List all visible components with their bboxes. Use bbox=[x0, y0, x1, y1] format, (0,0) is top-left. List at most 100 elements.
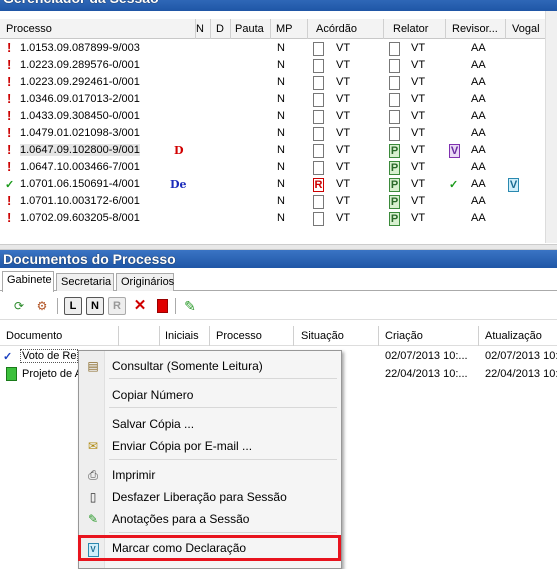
relator-icon[interactable] bbox=[389, 127, 400, 141]
acordao-icon[interactable] bbox=[313, 59, 324, 73]
relator-icon[interactable] bbox=[389, 76, 400, 90]
relator-icon[interactable] bbox=[389, 59, 400, 73]
table-row[interactable]: ! 1.0153.09.087899-9/003 N VT VT AA bbox=[0, 40, 545, 57]
col-atualizacao[interactable]: Atualização bbox=[485, 330, 542, 342]
acordao-icon[interactable] bbox=[313, 42, 324, 56]
documents-panel-title: Documentos do Processo bbox=[0, 250, 557, 268]
acordao-icon[interactable] bbox=[313, 127, 324, 141]
col-processo[interactable]: Processo bbox=[6, 23, 52, 35]
process-number: 1.0479.01.021098-3/001 bbox=[20, 127, 140, 139]
menu-consultar[interactable]: ▤ Consultar (Somente Leitura) bbox=[81, 356, 339, 376]
relator-icon[interactable]: P bbox=[389, 178, 400, 192]
open-document-icon[interactable]: ⚙ bbox=[33, 297, 51, 315]
alert-icon: ! bbox=[7, 210, 12, 225]
document-name: Projeto de A bbox=[22, 368, 82, 380]
acordao-icon[interactable] bbox=[313, 161, 324, 175]
table-row[interactable]: ! 1.0479.01.021098-3/001 N VT VT AA bbox=[0, 125, 545, 142]
l-button[interactable]: L bbox=[64, 297, 82, 315]
pencil-icon[interactable]: ✎ bbox=[181, 297, 199, 315]
check-document-icon: ✓ bbox=[3, 351, 13, 363]
menu-label: Salvar Cópia ... bbox=[112, 417, 195, 431]
acordao-icon[interactable] bbox=[313, 212, 324, 226]
acordao-value: VT bbox=[336, 110, 351, 122]
table-row[interactable]: ! 1.0433.09.308450-0/001 N VT VT AA bbox=[0, 108, 545, 125]
col-mp[interactable]: MP bbox=[276, 23, 293, 35]
tab-originarios[interactable]: Originários bbox=[116, 273, 174, 291]
relator-icon[interactable] bbox=[389, 42, 400, 56]
acordao-icon[interactable]: R bbox=[313, 178, 324, 192]
acordao-icon[interactable] bbox=[313, 93, 324, 107]
red-document-icon[interactable] bbox=[153, 297, 171, 315]
acordao-icon[interactable] bbox=[313, 76, 324, 90]
revisor-icon[interactable]: V bbox=[449, 144, 460, 158]
menu-desfazer-liberacao[interactable]: ▯ Desfazer Liberação para Sessão bbox=[81, 487, 339, 507]
relator-icon[interactable] bbox=[389, 110, 400, 124]
relator-icon[interactable]: P bbox=[389, 144, 400, 158]
relator-value: VT bbox=[411, 76, 426, 88]
tab-gabinete[interactable]: Gabinete bbox=[2, 271, 54, 292]
process-number: 1.0701.06.150691-4/001 bbox=[20, 178, 140, 190]
acordao-value: VT bbox=[336, 42, 351, 54]
n-button[interactable]: N bbox=[86, 297, 104, 315]
acordao-icon[interactable] bbox=[313, 195, 324, 209]
col-revisor[interactable]: Revisor... bbox=[452, 23, 498, 35]
col-criacao[interactable]: Criação bbox=[385, 330, 423, 342]
document-created: 22/04/2013 10:... bbox=[385, 368, 468, 380]
table-row[interactable]: ! 1.0223.09.289576-0/001 N VT VT AA bbox=[0, 57, 545, 74]
documents-grid-header: Documento Iniciais Processo Situação Cri… bbox=[0, 326, 557, 346]
acordao-value: VT bbox=[336, 93, 351, 105]
table-row[interactable]: ! 1.0701.10.003172-6/001 N VT P VT AA bbox=[0, 193, 545, 210]
table-row[interactable]: ! 1.0702.09.603205-8/001 N VT P VT AA bbox=[0, 210, 545, 227]
menu-label: Copiar Número bbox=[112, 388, 194, 402]
acordao-value: VT bbox=[336, 161, 351, 173]
check-icon: ✓ bbox=[5, 179, 15, 191]
revisor-value: AA bbox=[471, 195, 486, 207]
vogal-icon[interactable]: V bbox=[508, 178, 519, 192]
delete-icon[interactable]: ✕ bbox=[131, 297, 149, 315]
col-vogal[interactable]: Vogal bbox=[512, 23, 540, 35]
mp-value: N bbox=[277, 161, 285, 173]
table-row[interactable]: ✓ 1.0701.06.150691-4/001 De N R VT P VT ✓ AA V bbox=[0, 176, 545, 193]
menu-enviar-copia[interactable]: ✉ Enviar Cópia por E-mail ... bbox=[81, 436, 339, 456]
menu-copiar-numero[interactable]: Copiar Número bbox=[81, 385, 339, 405]
relator-value: VT bbox=[411, 161, 426, 173]
table-row[interactable]: ! 1.0647.10.003466-7/001 N VT P VT AA bbox=[0, 159, 545, 176]
menu-anotacoes[interactable]: ✎ Anotações para a Sessão bbox=[81, 509, 339, 529]
document-created: 02/07/2013 10:... bbox=[385, 350, 468, 362]
revisor-value: AA bbox=[471, 59, 486, 71]
relator-value: VT bbox=[411, 127, 426, 139]
relator-icon[interactable]: P bbox=[389, 195, 400, 209]
revisor-value: AA bbox=[471, 42, 486, 54]
session-grid-scrollbar[interactable] bbox=[545, 11, 557, 243]
acordao-icon[interactable] bbox=[313, 110, 324, 124]
process-number: 1.0346.09.017013-2/001 bbox=[20, 93, 140, 105]
relator-icon[interactable]: P bbox=[389, 212, 400, 226]
mp-value: N bbox=[277, 59, 285, 71]
relator-icon[interactable] bbox=[389, 93, 400, 107]
col-n[interactable]: N bbox=[196, 23, 204, 35]
menu-imprimir[interactable]: ⎙ Imprimir bbox=[81, 465, 339, 485]
r-button[interactable]: R bbox=[108, 297, 126, 315]
col-d[interactable]: D bbox=[216, 23, 224, 35]
table-row[interactable]: ! 1.0223.09.292461-0/001 N VT VT AA bbox=[0, 74, 545, 91]
tab-secretaria[interactable]: Secretaria bbox=[56, 273, 114, 291]
alert-icon: ! bbox=[7, 125, 12, 140]
relator-value: VT bbox=[411, 144, 426, 156]
col-relator[interactable]: Relator bbox=[393, 23, 428, 35]
col-acordao[interactable]: Acórdão bbox=[316, 23, 357, 35]
acordao-value: VT bbox=[336, 127, 351, 139]
col-documento[interactable]: Documento bbox=[6, 330, 62, 342]
revisor-value: AA bbox=[471, 212, 486, 224]
col-pauta[interactable]: Pauta bbox=[235, 23, 264, 35]
table-row[interactable]: ! 1.0647.09.102800-9/001 D N VT P VT V AA bbox=[0, 142, 545, 159]
alert-icon: ! bbox=[7, 142, 12, 157]
col-iniciais[interactable]: Iniciais bbox=[165, 330, 199, 342]
col-processo-doc[interactable]: Processo bbox=[216, 330, 262, 342]
refresh-icon[interactable]: ⟳ bbox=[10, 297, 28, 315]
printer-icon: ⎙ bbox=[88, 468, 98, 482]
col-situacao[interactable]: Situação bbox=[301, 330, 344, 342]
relator-icon[interactable]: P bbox=[389, 161, 400, 175]
acordao-icon[interactable] bbox=[313, 144, 324, 158]
table-row[interactable]: ! 1.0346.09.017013-2/001 N VT VT AA bbox=[0, 91, 545, 108]
menu-salvar-copia[interactable]: Salvar Cópia ... bbox=[81, 414, 339, 434]
